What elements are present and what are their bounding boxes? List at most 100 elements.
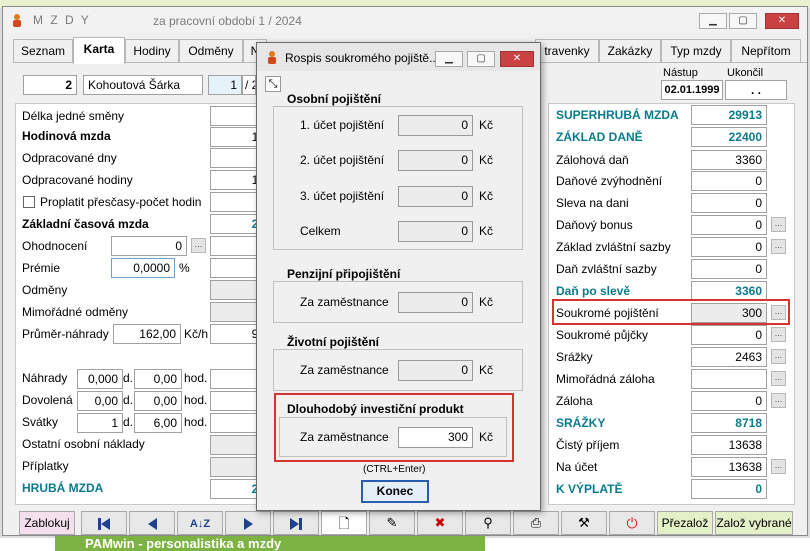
proplatit-label: Proplatit přesčasy-počet hodin — [40, 195, 202, 209]
ostatni-label: Ostatní osobní náklady — [22, 437, 145, 451]
srazky-more-button[interactable]: ... — [771, 349, 786, 364]
search-button[interactable]: ⚲ — [465, 511, 511, 535]
maximize-button[interactable]: ▢ — [729, 13, 757, 29]
soukrome-puj-more-button[interactable]: ... — [771, 327, 786, 342]
last-record-button[interactable] — [273, 511, 319, 535]
svatky-label: Svátky — [22, 415, 59, 429]
tab-karta[interactable]: Karta — [73, 37, 125, 64]
premie-label: Prémie — [22, 261, 61, 275]
dialog-title: Rospis soukromého pojiště... — [285, 51, 440, 65]
nahrady-days[interactable]: 0,000 — [77, 369, 123, 389]
penzijni-title: Penzijní připojištění — [287, 267, 401, 281]
osobni-title: Osobní pojištění — [287, 92, 382, 106]
srazky-field[interactable]: 2463 — [691, 347, 767, 367]
na-ucet-label: Na účet — [556, 460, 598, 474]
na-ucet-field[interactable]: 13638 — [691, 457, 767, 477]
tools-button[interactable]: ⚒ — [561, 511, 607, 535]
dan-zvl-field[interactable]: 0 — [691, 259, 767, 279]
zaklad-dane-field: 22400 — [691, 127, 767, 147]
minimize-button[interactable]: ▁ — [699, 13, 727, 29]
contract-number[interactable]: 1 — [208, 75, 242, 95]
dialog-close-button[interactable]: ✕ — [500, 51, 534, 67]
sleva-label: Sleva na dani — [556, 196, 629, 210]
delete-icon: ✖ — [434, 515, 446, 530]
cisty-field: 13638 — [691, 435, 767, 455]
na-ucet-more-button[interactable]: ... — [771, 459, 786, 474]
tools-icon: ⚒ — [578, 515, 590, 530]
svatky-days[interactable]: 1 — [77, 413, 123, 433]
dovolena-d-unit: d. — [123, 393, 134, 407]
dialog-minimize-button[interactable]: ▁ — [435, 51, 463, 67]
edit-record-button[interactable]: ✎ — [369, 511, 415, 535]
mimoradna-more-button[interactable]: ... — [771, 371, 786, 386]
proplatit-checkbox[interactable] — [23, 196, 35, 208]
tab-odmeny[interactable]: Odměny — [179, 39, 243, 63]
konec-button[interactable]: Konec — [361, 480, 429, 503]
prumer-field[interactable]: 162,00 — [113, 324, 181, 344]
delete-record-button[interactable]: ✖ — [417, 511, 463, 535]
dip-field[interactable]: 300 — [398, 427, 473, 448]
priplatky-label: Příplatky — [22, 459, 69, 473]
zaklad-dane-label: ZÁKLAD DANĚ — [556, 130, 643, 144]
penzijni-field[interactable]: 0 — [398, 292, 473, 313]
ohodnoceni-more-button[interactable]: ... — [191, 238, 206, 253]
sleva-field[interactable]: 0 — [691, 193, 767, 213]
nastup-date[interactable]: 02.01.1999 — [661, 80, 723, 100]
zivotni-field[interactable]: 0 — [398, 360, 473, 381]
zaklad-zvl-more-button[interactable]: ... — [771, 239, 786, 254]
soukrome-puj-field[interactable]: 0 — [691, 325, 767, 345]
sort-icon: A↓Z — [189, 518, 211, 530]
zakladni-label: Základní časová mzda — [22, 217, 149, 231]
title-bar: M Z D Y za pracovní období 1 / 2024 ▁ ▢ … — [3, 7, 807, 33]
bonus-label: Daňový bonus — [556, 218, 633, 232]
close-button[interactable]: ✕ — [765, 13, 799, 29]
dovolena-hours[interactable]: 0,00 — [134, 391, 182, 411]
shortcut-hint: (CTRL+Enter) — [363, 464, 426, 475]
ucet3-field[interactable]: 0 — [398, 186, 473, 207]
first-record-button[interactable] — [81, 511, 127, 535]
prev-record-button[interactable] — [129, 511, 175, 535]
odprac-dny-label: Odpracované dny — [22, 151, 117, 165]
ohodnoceni-field[interactable]: 0 — [111, 236, 187, 256]
zaklad-zvl-label: Základ zvláštní sazby — [556, 240, 671, 254]
bonus-more-button[interactable]: ... — [771, 217, 786, 232]
zaloha-field[interactable]: 0 — [691, 391, 767, 411]
dan-po-sleve-label: Daň po slevě — [556, 284, 631, 298]
zalohova-field[interactable]: 3360 — [691, 150, 767, 170]
zaklad-zvl-field[interactable]: 0 — [691, 237, 767, 257]
nahrady-hours[interactable]: 0,00 — [134, 369, 182, 389]
mimoradna-field[interactable] — [691, 369, 767, 389]
employee-number[interactable]: 2 — [23, 75, 77, 95]
svatky-hours[interactable]: 6,00 — [134, 413, 182, 433]
tab-nepritom[interactable]: Nepřítom — [731, 39, 801, 63]
tab-zakazky[interactable]: Zakázky — [599, 39, 661, 63]
next-record-button[interactable] — [225, 511, 271, 535]
zaloha-more-button[interactable]: ... — [771, 393, 786, 408]
dialog-maximize-button[interactable]: ▢ — [467, 51, 495, 67]
soukrome-poj-more-button[interactable]: ... — [771, 305, 786, 320]
last-icon — [290, 516, 302, 530]
dovolena-days[interactable]: 0,00 — [77, 391, 123, 411]
ukoncil-date[interactable]: . . — [725, 80, 787, 100]
tab-seznam[interactable]: Seznam — [13, 39, 73, 63]
resize-icon[interactable]: ⤡ — [265, 76, 281, 92]
danove-zvyh-field[interactable]: 0 — [691, 171, 767, 191]
premie-unit: % — [179, 261, 190, 275]
print-button[interactable]: ⎙ — [513, 511, 559, 535]
zaloz-vybrane-button[interactable]: Založ vybrané — [715, 511, 793, 535]
tab-typ-mzdy[interactable]: Typ mzdy — [661, 39, 731, 63]
employee-name[interactable]: Kohoutová Šárka — [83, 75, 203, 95]
zablokuj-button[interactable]: Zablokuj — [19, 511, 75, 535]
premie-field[interactable]: 0,0000 — [111, 258, 175, 278]
exit-button[interactable]: ⏻ — [609, 511, 655, 535]
prezaloz-button[interactable]: Přezalož — [657, 511, 713, 535]
bonus-field[interactable]: 0 — [691, 215, 767, 235]
ucet2-field[interactable]: 0 — [398, 150, 473, 171]
tab-hodiny[interactable]: Hodiny — [125, 39, 179, 63]
sort-button[interactable]: A↓Z — [177, 511, 223, 535]
new-record-button[interactable]: 🗋 — [321, 511, 367, 535]
ucet1-field[interactable]: 0 — [398, 115, 473, 136]
ucet2-label: 2. účet pojištění — [300, 153, 385, 167]
zivotni-label: Za zaměstnance — [300, 363, 389, 377]
tab-stravenky[interactable]: travenky — [535, 39, 599, 63]
